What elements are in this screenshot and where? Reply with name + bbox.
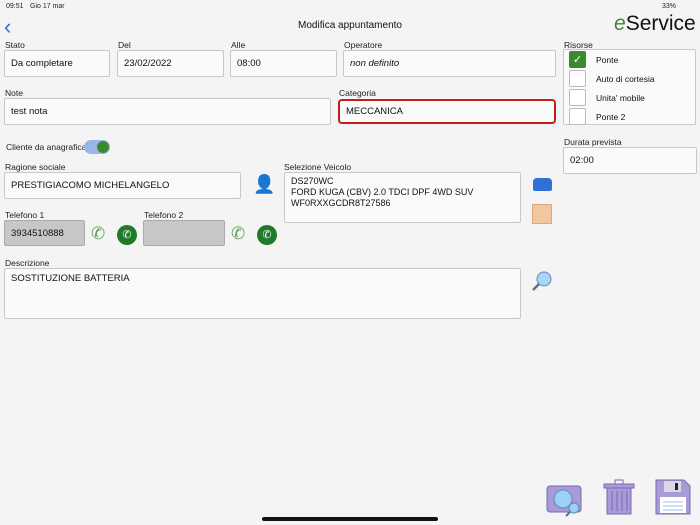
car-icon[interactable] [533, 178, 552, 191]
durata-field[interactable]: 02:00 [563, 147, 697, 174]
phone-call-icon[interactable]: ✆ [91, 224, 105, 244]
telefono2-input[interactable] [143, 220, 225, 246]
risorsa-auto-di-cortesia[interactable]: Auto di cortesia [564, 69, 695, 88]
checkbox[interactable] [569, 108, 586, 125]
risorsa-ponte[interactable]: ✓ Ponte [564, 50, 695, 69]
logo: eService [614, 12, 696, 35]
categoria-label: Categoria [339, 88, 376, 98]
durata-label: Durata prevista [564, 137, 622, 147]
del-date-field[interactable]: 23/02/2022 [117, 50, 224, 77]
veicolo-targa: DS270WC [291, 176, 334, 186]
risorsa-unita-mobile[interactable]: Unita' mobile [564, 88, 695, 107]
risorse-list: ✓ Ponte Auto di cortesia Unita' mobile Po… [563, 49, 696, 125]
del-label: Del [118, 40, 131, 50]
checkbox[interactable] [569, 89, 586, 106]
operatore-select[interactable]: non definito [343, 50, 556, 77]
search-icon[interactable] [531, 270, 553, 297]
checkbox[interactable] [569, 70, 586, 87]
phone-call-icon[interactable]: ✆ [231, 224, 245, 244]
status-time: 09:51 [6, 3, 24, 10]
note-input[interactable]: test nota [4, 98, 331, 125]
alle-time-field[interactable]: 08:00 [230, 50, 337, 77]
checkbox-checked-icon[interactable]: ✓ [569, 51, 586, 68]
veicolo-telaio: WF0RXXGCDR8T27586 [291, 198, 391, 208]
operatore-label: Operatore [344, 40, 383, 50]
page-title: Modifica appuntamento [298, 20, 402, 31]
risorsa-label: Ponte 2 [596, 111, 626, 122]
save-button[interactable] [655, 479, 691, 520]
ragione-sociale-label: Ragione sociale [5, 162, 66, 172]
whatsapp-icon[interactable]: ✆ [257, 225, 277, 245]
status-date: Gio 17 mar [30, 3, 65, 10]
trash-button[interactable] [603, 479, 635, 520]
risorsa-label: Ponte [596, 54, 619, 65]
whatsapp-icon[interactable]: ✆ [117, 225, 137, 245]
battery-level: 33% [662, 3, 677, 10]
risorsa-label: Auto di cortesia [596, 73, 655, 84]
veicolo-modello: FORD KUGA (CBV) 2.0 TDCI DPF 4WD SUV [291, 187, 474, 197]
telefono1-input[interactable]: 3934510888 [4, 220, 85, 246]
stato-select[interactable]: Da completare [4, 50, 110, 77]
stato-label: Stato [5, 40, 25, 50]
cliente-toggle-label: Cliente da anagrafica [6, 142, 87, 152]
telefono1-label: Telefono 1 [5, 210, 45, 220]
descrizione-label: Descrizione [5, 258, 50, 268]
note-label: Note [5, 88, 23, 98]
veicolo-label: Selezione Veicolo [284, 162, 352, 172]
box-icon[interactable] [532, 204, 552, 224]
risorsa-ponte-2[interactable]: Ponte 2 [564, 107, 695, 126]
camera-search-button[interactable] [546, 480, 586, 523]
risorsa-label: Unita' mobile [596, 92, 645, 103]
home-indicator [262, 517, 438, 521]
descrizione-textarea[interactable]: SOSTITUZIONE BATTERIA [4, 268, 521, 319]
ragione-sociale-input[interactable]: PRESTIGIACOMO MICHELANGELO [4, 172, 241, 199]
alle-label: Alle [231, 40, 246, 50]
cliente-toggle[interactable] [84, 140, 110, 154]
categoria-select[interactable]: MECCANICA [338, 99, 556, 124]
user-icon[interactable]: 👤 [253, 174, 275, 195]
telefono2-label: Telefono 2 [144, 210, 184, 220]
veicolo-field[interactable]: DS270WC FORD KUGA (CBV) 2.0 TDCI DPF 4WD… [284, 172, 521, 223]
